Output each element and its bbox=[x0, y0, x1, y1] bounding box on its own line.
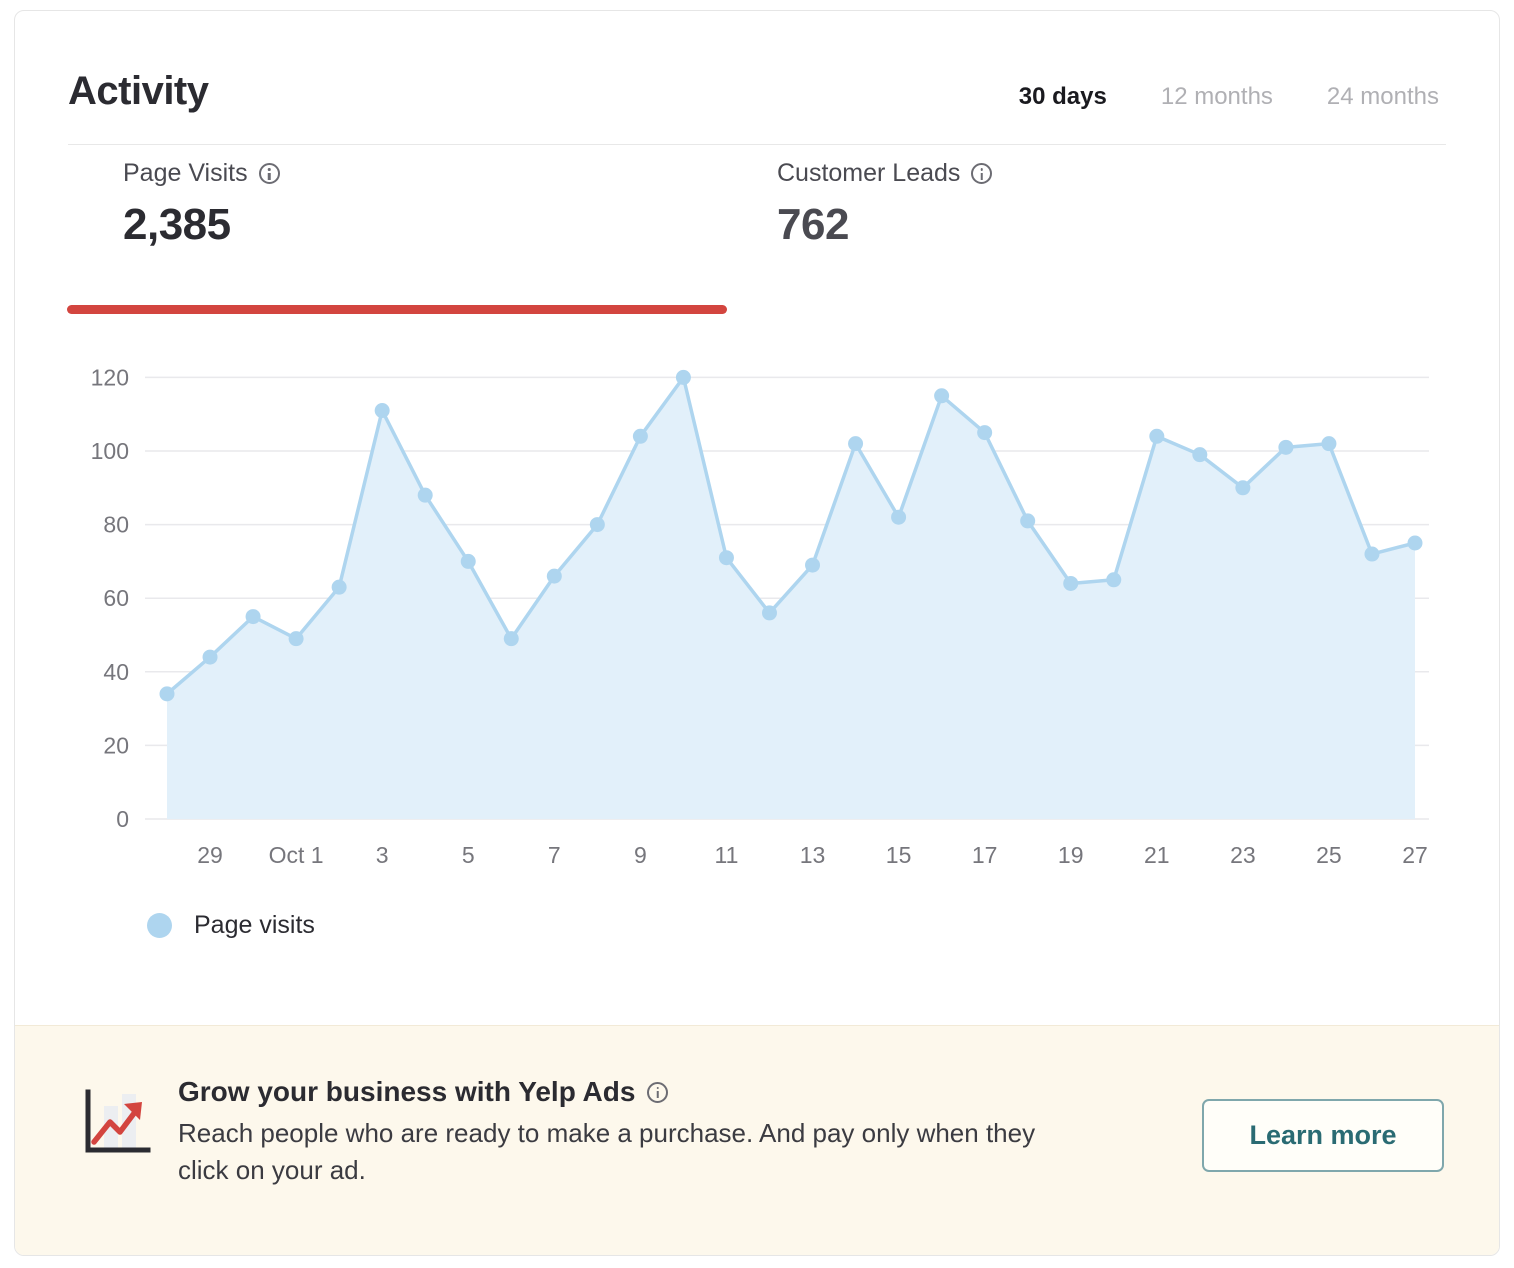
data-point bbox=[633, 429, 648, 444]
activity-card: Activity 30 days 12 months 24 months Pag… bbox=[14, 10, 1500, 1256]
data-point bbox=[461, 554, 476, 569]
y-axis-tick-label: 100 bbox=[91, 438, 129, 464]
data-point bbox=[547, 569, 562, 584]
x-axis-tick-label: 7 bbox=[548, 842, 561, 868]
data-point bbox=[203, 650, 218, 665]
data-point bbox=[848, 436, 863, 451]
metric-label: Customer Leads bbox=[777, 159, 960, 188]
x-axis-tick-label: Oct 1 bbox=[269, 842, 324, 868]
chart-legend: Page visits bbox=[147, 911, 315, 940]
metric-value: 762 bbox=[777, 200, 992, 250]
tab-30-days[interactable]: 30 days bbox=[1019, 83, 1107, 111]
data-point bbox=[1364, 547, 1379, 562]
legend-color-swatch bbox=[147, 913, 172, 938]
metric-label-row: Page Visits bbox=[123, 159, 280, 188]
data-point bbox=[891, 510, 906, 525]
data-point bbox=[1321, 436, 1336, 451]
y-axis-tick-label: 80 bbox=[103, 512, 129, 538]
data-point bbox=[375, 403, 390, 418]
card-header: Activity 30 days 12 months 24 months bbox=[15, 11, 1499, 143]
page-visits-chart: 0 20 40 60 80 100 120 29 Oct 1 3 5 7 9 11 13 15 17 19 21 23… bbox=[15, 331, 1500, 891]
range-tab-group: 30 days 12 months 24 months bbox=[1019, 83, 1439, 111]
tab-24-months[interactable]: 24 months bbox=[1327, 83, 1439, 111]
learn-more-button[interactable]: Learn more bbox=[1202, 1099, 1444, 1172]
promo-title-row: Grow your business with Yelp Ads bbox=[178, 1076, 1078, 1108]
y-axis-tick-label: 40 bbox=[103, 659, 129, 685]
data-point bbox=[1408, 536, 1423, 551]
promo-title: Grow your business with Yelp Ads bbox=[178, 1076, 635, 1108]
metric-page-visits: Page Visits 2,385 bbox=[123, 159, 280, 250]
metric-value: 2,385 bbox=[123, 200, 280, 250]
data-point bbox=[418, 488, 433, 503]
x-axis-tick-label: 29 bbox=[197, 842, 223, 868]
data-point bbox=[934, 388, 949, 403]
promo-description: Reach people who are ready to make a pur… bbox=[178, 1115, 1058, 1189]
y-axis-tick-label: 60 bbox=[103, 585, 129, 611]
data-point bbox=[1235, 480, 1250, 495]
selected-metric-underline bbox=[67, 305, 727, 314]
x-axis-tick-label: 23 bbox=[1230, 842, 1256, 868]
x-axis-tick-label: 27 bbox=[1402, 842, 1428, 868]
y-axis-tick-label: 120 bbox=[91, 364, 129, 390]
x-axis-tick-label: 15 bbox=[886, 842, 912, 868]
metric-customer-leads: Customer Leads 762 bbox=[777, 159, 992, 250]
data-point bbox=[1149, 429, 1164, 444]
data-point bbox=[1063, 576, 1078, 591]
data-point bbox=[719, 550, 734, 565]
tab-12-months[interactable]: 12 months bbox=[1161, 83, 1273, 111]
metrics-row: Page Visits 2,385 Customer Leads 762 bbox=[15, 159, 1499, 284]
data-point bbox=[1020, 513, 1035, 528]
data-point bbox=[332, 580, 347, 595]
x-axis-tick-label: 3 bbox=[376, 842, 389, 868]
data-point bbox=[762, 605, 777, 620]
y-axis-tick-label: 20 bbox=[103, 732, 129, 758]
yelp-ads-promo-banner: Grow your business with Yelp Ads Reach p… bbox=[14, 1025, 1500, 1256]
x-axis-tick-label: 13 bbox=[800, 842, 826, 868]
info-icon[interactable] bbox=[971, 163, 992, 184]
data-point bbox=[1106, 572, 1121, 587]
metric-label: Page Visits bbox=[123, 159, 248, 188]
header-divider bbox=[68, 144, 1446, 145]
data-point bbox=[590, 517, 605, 532]
info-icon[interactable] bbox=[647, 1082, 668, 1103]
x-axis-tick-label: 9 bbox=[634, 842, 647, 868]
x-axis-tick-label: 25 bbox=[1316, 842, 1342, 868]
data-point bbox=[160, 686, 175, 701]
legend-item-label: Page visits bbox=[194, 911, 315, 940]
data-point bbox=[246, 609, 261, 624]
data-point bbox=[289, 631, 304, 646]
metric-label-row: Customer Leads bbox=[777, 159, 992, 188]
x-axis-tick-label: 17 bbox=[972, 842, 998, 868]
growth-chart-icon bbox=[80, 1088, 152, 1160]
x-axis-tick-label: 5 bbox=[462, 842, 475, 868]
data-point bbox=[504, 631, 519, 646]
promo-text-block: Grow your business with Yelp Ads Reach p… bbox=[178, 1076, 1078, 1189]
x-axis-tick-label: 21 bbox=[1144, 842, 1170, 868]
data-point bbox=[676, 370, 691, 385]
page-title: Activity bbox=[68, 69, 209, 114]
data-point bbox=[1278, 440, 1293, 455]
x-axis-tick-label: 19 bbox=[1058, 842, 1084, 868]
y-axis-tick-label: 0 bbox=[116, 806, 129, 832]
x-axis-tick-label: 11 bbox=[715, 842, 739, 868]
info-icon[interactable] bbox=[259, 163, 280, 184]
chart-canvas: 0 20 40 60 80 100 120 29 Oct 1 3 5 7 9 11 13 15 17 19 21 23… bbox=[15, 331, 1500, 891]
data-point bbox=[977, 425, 992, 440]
data-point bbox=[1192, 447, 1207, 462]
data-point bbox=[805, 558, 820, 573]
area-fill bbox=[167, 377, 1415, 819]
